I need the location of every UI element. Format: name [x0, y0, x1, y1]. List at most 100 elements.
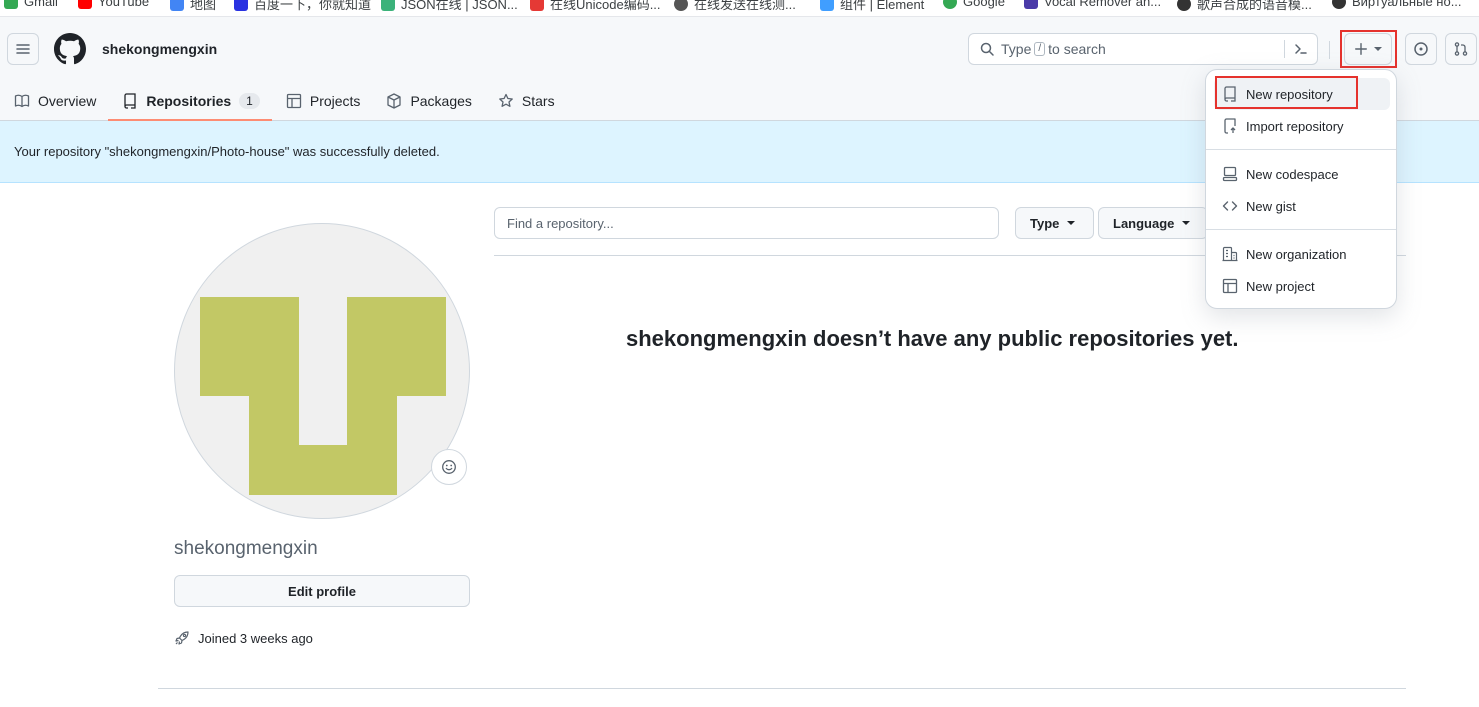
profile-username: shekongmengxin	[174, 538, 318, 559]
organization-icon	[1222, 246, 1238, 262]
tab-stars-label: Stars	[521, 93, 555, 109]
caret-down-icon	[1182, 221, 1191, 225]
menu-item-new-gist[interactable]: New gist	[1214, 190, 1390, 222]
project-icon	[1222, 278, 1238, 294]
tab-overview[interactable]: Overview	[0, 81, 108, 121]
table-icon	[286, 93, 302, 109]
search-prefix: Type	[1001, 41, 1032, 57]
issues-button[interactable]	[1405, 33, 1437, 65]
avatar-block	[200, 297, 299, 396]
rocket-icon	[175, 631, 189, 645]
pull-requests-button[interactable]	[1445, 33, 1477, 65]
vocal-remover-icon	[1024, 0, 1038, 9]
header-divider	[1329, 41, 1330, 59]
bookmark-baidu[interactable]: 百度一下，你就知道	[234, 0, 371, 13]
menu-item-import-repository[interactable]: Import repository	[1214, 110, 1390, 142]
menu-item-new-organization[interactable]: New organization	[1214, 238, 1390, 270]
caret-down-icon	[1067, 221, 1076, 225]
book-icon	[14, 94, 30, 108]
baidu-icon	[234, 0, 248, 11]
bookmarks-bar: Gmail YouTube 地图 百度一下，你就知道 JSON在线 | JSON…	[0, 0, 1479, 17]
new-repository-highlight	[1215, 76, 1358, 109]
youtube-icon	[78, 0, 92, 9]
maps-icon	[170, 0, 184, 11]
site-icon	[1332, 0, 1346, 9]
empty-repos-message: shekongmengxin doesn’t have any public r…	[626, 326, 1239, 351]
menu-divider	[1206, 149, 1396, 150]
tab-projects[interactable]: Projects	[272, 81, 373, 121]
star-icon	[499, 93, 513, 107]
smiley-icon	[442, 460, 456, 474]
package-icon	[387, 93, 402, 109]
bookmark-online-test[interactable]: 在线发送在线测...	[674, 0, 796, 13]
menu-item-new-codespace[interactable]: New codespace	[1214, 158, 1390, 190]
search-input[interactable]: Type / to search	[968, 33, 1318, 65]
avatar[interactable]	[174, 223, 470, 519]
joined-text: Joined 3 weeks ago	[198, 630, 313, 646]
search-shortcut-key: /	[1034, 42, 1046, 56]
menu-item-label: New gist	[1246, 198, 1296, 214]
code-icon	[1222, 201, 1238, 211]
create-button-highlight	[1340, 30, 1397, 68]
tab-stars[interactable]: Stars	[484, 81, 567, 121]
issue-opened-icon	[1414, 42, 1428, 56]
bookmark-gmail[interactable]: Gmail	[4, 0, 58, 9]
search-suffix: to search	[1048, 41, 1106, 57]
menu-divider	[1206, 229, 1396, 230]
bookmark-maps[interactable]: 地图	[170, 0, 216, 13]
flash-message: Your repository "shekongmengxin/Photo-ho…	[14, 144, 440, 159]
tab-overview-label: Overview	[38, 93, 97, 109]
type-filter-label: Type	[1030, 215, 1060, 231]
tab-packages-label: Packages	[410, 93, 472, 109]
google-icon	[943, 0, 957, 9]
avatar-block	[347, 396, 397, 495]
edit-profile-button[interactable]: Edit profile	[174, 575, 470, 607]
joined-info: Joined 3 weeks ago	[174, 630, 313, 646]
bookmark-youtube[interactable]: YouTube	[78, 0, 149, 9]
menu-item-label: Import repository	[1246, 118, 1344, 134]
menu-item-label: New organization	[1246, 246, 1347, 262]
bookmark-voice-model[interactable]: 歌声合成的语音模...	[1177, 0, 1312, 13]
avatar-block	[249, 396, 299, 495]
repo-icon	[124, 93, 137, 109]
find-repository-input[interactable]: Find a repository...	[494, 207, 999, 239]
menu-item-new-project[interactable]: New project	[1214, 270, 1390, 302]
profile-tabs: Overview Repositories 1 Projects Package…	[0, 81, 567, 121]
hamburger-icon	[16, 44, 30, 54]
command-palette-icon[interactable]	[1293, 41, 1309, 57]
search-divider	[1284, 40, 1285, 58]
header-username[interactable]: shekongmengxin	[102, 41, 217, 57]
gmail-icon	[4, 0, 18, 9]
github-logo-icon[interactable]	[54, 33, 86, 65]
tab-projects-label: Projects	[309, 93, 361, 109]
repositories-counter: 1	[239, 93, 260, 109]
json-icon	[381, 0, 395, 11]
menu-item-label: New project	[1246, 278, 1315, 294]
avatar-block	[299, 445, 347, 495]
search-icon	[980, 42, 994, 56]
site-icon	[1177, 0, 1191, 11]
bookmark-unicode[interactable]: 在线Unicode编码...	[530, 0, 661, 13]
language-filter-label: Language	[1113, 215, 1175, 231]
unicode-icon	[530, 0, 544, 11]
tab-repositories-label: Repositories	[146, 93, 232, 109]
codespaces-icon	[1222, 166, 1238, 182]
set-status-button[interactable]	[431, 449, 467, 485]
avatar-block	[347, 297, 446, 396]
element-icon	[820, 0, 834, 11]
bookmark-json[interactable]: JSON在线 | JSON...	[381, 0, 518, 13]
find-repository-placeholder: Find a repository...	[507, 215, 614, 231]
menu-item-label: New codespace	[1246, 166, 1339, 182]
bookmark-google[interactable]: Google	[943, 0, 1005, 9]
bookmark-element[interactable]: 组件 | Element	[820, 0, 924, 13]
tab-repositories[interactable]: Repositories 1	[108, 81, 272, 121]
tab-packages[interactable]: Packages	[372, 81, 483, 121]
language-filter-button[interactable]: Language	[1098, 207, 1208, 239]
type-filter-button[interactable]: Type	[1015, 207, 1094, 239]
site-icon	[674, 0, 688, 11]
menu-button[interactable]	[7, 33, 39, 65]
bookmark-vocal-remover[interactable]: Vocal Remover an...	[1024, 0, 1161, 9]
bookmark-virtual[interactable]: Виртуальные но...	[1332, 0, 1462, 9]
repo-push-icon	[1224, 118, 1236, 134]
git-pull-request-icon	[1454, 42, 1468, 56]
